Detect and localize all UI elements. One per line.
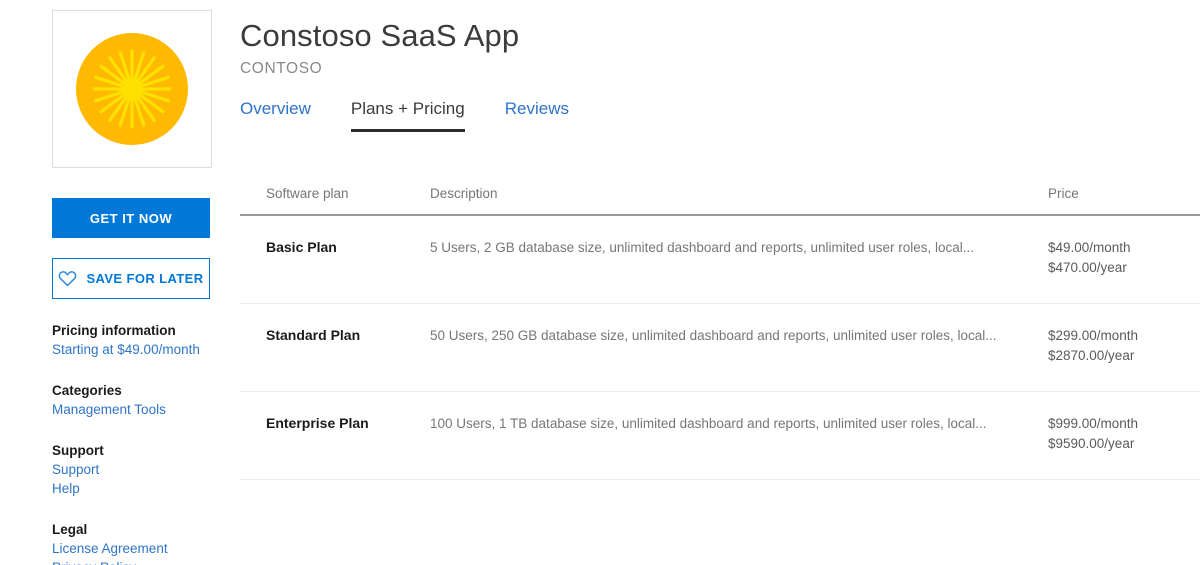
- sidebar-link-management-tools[interactable]: Management Tools: [52, 400, 212, 419]
- sidebar-section-legal: Legal License Agreement Privacy Policy: [52, 520, 212, 565]
- column-header-description: Description: [430, 186, 1042, 215]
- tab-plans-pricing[interactable]: Plans + Pricing: [351, 98, 465, 132]
- sunburst-logo-icon: [74, 31, 190, 147]
- plans-table: Software plan Description Price Basic Pl…: [240, 186, 1200, 480]
- plan-name: Basic Plan: [240, 215, 430, 304]
- plan-price: $299.00/month $2870.00/year: [1042, 304, 1200, 392]
- price-monthly: $49.00/month: [1048, 238, 1200, 258]
- price-yearly: $9590.00/year: [1048, 434, 1200, 454]
- heart-icon: [58, 270, 77, 287]
- table-row[interactable]: Standard Plan 50 Users, 250 GB database …: [240, 304, 1200, 392]
- sidebar-link-support[interactable]: Support: [52, 460, 212, 479]
- sidebar-link-starting-price[interactable]: Starting at $49.00/month: [52, 340, 212, 359]
- sidebar-section-title: Pricing information: [52, 321, 212, 340]
- table-row[interactable]: Basic Plan 5 Users, 2 GB database size, …: [240, 215, 1200, 304]
- sidebar-link-help[interactable]: Help: [52, 479, 212, 498]
- column-header-price: Price: [1042, 186, 1200, 215]
- get-it-now-button[interactable]: GET IT NOW: [52, 198, 210, 238]
- plans-table-body: Basic Plan 5 Users, 2 GB database size, …: [240, 215, 1200, 480]
- sidebar-link-privacy-policy[interactable]: Privacy Policy: [52, 558, 212, 565]
- get-it-now-label: GET IT NOW: [90, 211, 172, 226]
- sidebar-section-title: Legal: [52, 520, 212, 539]
- price-yearly: $470.00/year: [1048, 258, 1200, 278]
- plan-description: 5 Users, 2 GB database size, unlimited d…: [430, 215, 1042, 304]
- sidebar-section-pricing-information: Pricing information Starting at $49.00/m…: [52, 321, 212, 359]
- app-logo-container: [52, 10, 212, 168]
- plan-price: $49.00/month $470.00/year: [1042, 215, 1200, 304]
- plan-name: Standard Plan: [240, 304, 430, 392]
- plan-description: 50 Users, 250 GB database size, unlimite…: [430, 304, 1042, 392]
- page-title: Constoso SaaS App: [240, 16, 1180, 56]
- plans-table-head: Software plan Description Price: [240, 186, 1200, 215]
- price-monthly: $999.00/month: [1048, 414, 1200, 434]
- sidebar-section-categories: Categories Management Tools: [52, 381, 212, 419]
- save-for-later-button[interactable]: SAVE FOR LATER: [52, 258, 210, 299]
- price-monthly: $299.00/month: [1048, 326, 1200, 346]
- offer-header: Constoso SaaS App CONTOSO Overview Plans…: [240, 16, 1180, 132]
- column-header-software-plan: Software plan: [240, 186, 430, 215]
- plan-description: 100 Users, 1 TB database size, unlimited…: [430, 392, 1042, 480]
- price-yearly: $2870.00/year: [1048, 346, 1200, 366]
- tab-bar: Overview Plans + Pricing Reviews: [240, 98, 1180, 132]
- plans-table-header-row: Software plan Description Price: [240, 186, 1200, 215]
- tab-overview[interactable]: Overview: [240, 98, 311, 132]
- sidebar-section-support: Support Support Help: [52, 441, 212, 498]
- sidebar-link-license-agreement[interactable]: License Agreement: [52, 539, 212, 558]
- sidebar-section-title: Support: [52, 441, 212, 460]
- tab-reviews[interactable]: Reviews: [505, 98, 569, 132]
- publisher-name: CONTOSO: [240, 58, 1180, 79]
- sidebar-section-title: Categories: [52, 381, 212, 400]
- left-sidebar: GET IT NOW SAVE FOR LATER Pricing inform…: [52, 10, 212, 565]
- marketplace-offer-page: GET IT NOW SAVE FOR LATER Pricing inform…: [0, 0, 1200, 565]
- table-row[interactable]: Enterprise Plan 100 Users, 1 TB database…: [240, 392, 1200, 480]
- plan-price: $999.00/month $9590.00/year: [1042, 392, 1200, 480]
- save-for-later-label: SAVE FOR LATER: [86, 271, 203, 286]
- plan-name: Enterprise Plan: [240, 392, 430, 480]
